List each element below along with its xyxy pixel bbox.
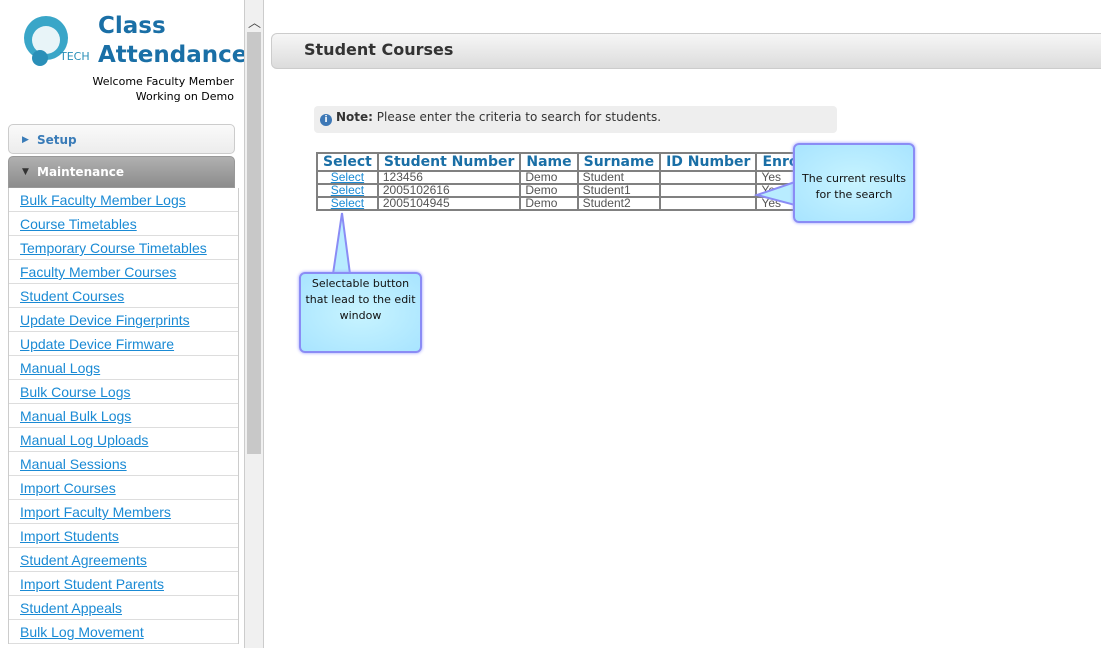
- select-callout: Selectable button that lead to the edit …: [299, 272, 422, 353]
- results-callout: The current results for the search: [793, 143, 915, 223]
- results-callout-pointer: [753, 180, 796, 207]
- callout-pointers: [331, 180, 796, 275]
- select-callout-pointer: [331, 212, 352, 275]
